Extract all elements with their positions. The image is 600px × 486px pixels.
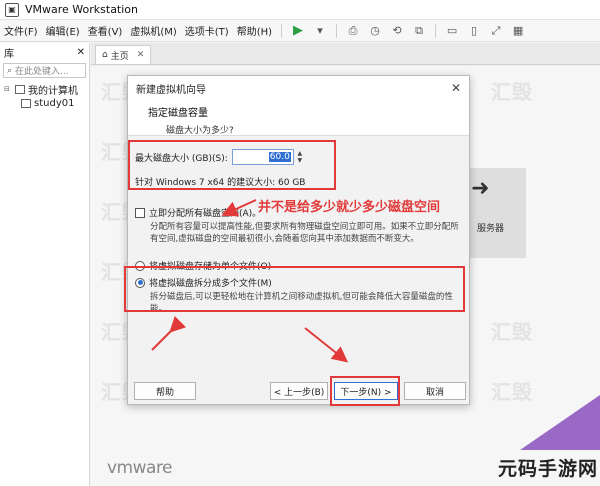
vmware-brand-logo: vmware — [107, 458, 173, 478]
unity-icon[interactable]: ▯ — [466, 23, 482, 39]
dropdown-icon[interactable]: ▾ — [312, 23, 328, 39]
dialog-button-row: 帮助 < 上一步(B) 下一步(N) > 取消 — [128, 382, 471, 404]
watermark-text: 汇毁 — [491, 80, 533, 104]
screenshot-icon[interactable]: ⎙ — [345, 23, 361, 39]
tab-label: 主页 — [110, 51, 129, 62]
menu-file[interactable]: 文件(F) — [0, 23, 42, 38]
allocate-now-description: 分配所有容量可以提高性能,但要求所有物理磁盘空间立即可用。如果不立即分配所有空间… — [150, 222, 459, 244]
snapshot-manager-icon[interactable]: ⟲ — [389, 23, 405, 39]
chevron-up-icon[interactable]: ▲ — [298, 150, 303, 157]
disk-size-label: 最大磁盘大小 (GB)(S): — [135, 153, 228, 164]
menu-view[interactable]: 查看(V) — [84, 23, 127, 38]
recommended-size-text: 针对 Windows 7 x64 的建议大小: 60 GB — [135, 178, 306, 188]
tree-item-label: study01 — [34, 97, 75, 109]
single-file-label: 将虚拟磁盘存储为单个文件(O) — [149, 262, 272, 272]
vmware-logo-icon: ▣ — [5, 2, 19, 17]
console-icon[interactable]: ⧉ — [411, 23, 427, 39]
search-icon: ⌕ — [7, 65, 13, 76]
library-panel: 库 ✕ ⌕ 在此处键入... ⊟ 我的计算机 study01 — [0, 43, 90, 486]
fullscreen-icon[interactable]: ▭ — [444, 23, 460, 39]
split-files-radio[interactable] — [135, 277, 145, 288]
search-placeholder: 在此处键入... — [15, 67, 69, 77]
vmware-window: ▣ VMware Workstation 文件(F) 编辑(E) 查看(V) 虚… — [0, 0, 600, 486]
dialog-subheading: 磁盘大小为多少? — [166, 126, 234, 136]
single-file-radio-row[interactable]: 将虚拟磁盘存储为单个文件(O) — [135, 259, 271, 272]
library-title: 库 — [4, 48, 14, 60]
tree-item-vm[interactable]: study01 — [0, 96, 89, 110]
next-button[interactable]: 下一步(N) > — [334, 382, 398, 400]
stretch-icon[interactable]: ⤢ — [488, 23, 504, 39]
disk-size-value: 60.0 — [268, 152, 291, 162]
toolbar-separator — [336, 23, 338, 38]
help-button[interactable]: 帮助 — [134, 382, 196, 400]
back-button[interactable]: < 上一步(B) — [270, 382, 328, 400]
view-icon[interactable]: ▦ — [510, 23, 526, 39]
disk-size-input[interactable]: 60.0 — [231, 149, 294, 165]
tree-item-my-computer[interactable]: ⊟ 我的计算机 — [0, 82, 89, 97]
corner-watermark-triangle — [520, 395, 600, 450]
menu-edit[interactable]: 编辑(E) — [42, 23, 84, 38]
vm-icon — [21, 98, 31, 108]
allocate-now-checkbox-row[interactable]: 立即分配所有磁盘空间(A)。 — [135, 206, 261, 219]
allocate-now-checkbox[interactable] — [135, 207, 145, 218]
dialog-title: 新建虚拟机向导 — [136, 84, 206, 96]
menu-tabs[interactable]: 选项卡(T) — [181, 23, 233, 38]
library-header: 库 ✕ — [0, 43, 89, 61]
new-vm-wizard-dialog: 新建虚拟机向导 ✕ 指定磁盘容量 磁盘大小为多少? 最大磁盘大小 (GB)(S)… — [127, 75, 470, 405]
split-files-radio-row[interactable]: 将虚拟磁盘拆分成多个文件(M) — [135, 276, 272, 289]
window-title: VMware Workstation — [25, 3, 139, 16]
snapshot-icon[interactable]: ◷ — [367, 23, 383, 39]
tab-home[interactable]: ⌂ 主页 ✕ — [95, 45, 152, 64]
collapse-icon[interactable]: ⊟ — [4, 85, 12, 93]
computer-icon — [15, 84, 25, 94]
close-icon[interactable]: ✕ — [451, 81, 461, 95]
split-files-label: 将虚拟磁盘拆分成多个文件(M) — [149, 279, 272, 289]
remote-server-label: 服务器 — [477, 224, 505, 234]
toolbar-separator — [281, 23, 283, 38]
dialog-header: 指定磁盘容量 磁盘大小为多少? — [128, 100, 469, 136]
menu-vm[interactable]: 虚拟机(M) — [126, 23, 180, 38]
split-files-description: 拆分磁盘后,可以更轻松地在计算机之间移动虚拟机,但可能会降低大容量磁盘的性能。 — [150, 292, 453, 314]
dialog-heading: 指定磁盘容量 — [148, 108, 208, 119]
title-bar: ▣ VMware Workstation — [0, 0, 600, 20]
library-tree: ⊟ 我的计算机 study01 — [0, 82, 89, 110]
disk-size-stepper[interactable]: ▲ ▼ — [295, 149, 305, 165]
single-file-radio[interactable] — [135, 260, 145, 271]
menu-bar: 文件(F) 编辑(E) 查看(V) 虚拟机(M) 选项卡(T) 帮助(H) ▶ … — [0, 20, 600, 42]
close-icon[interactable]: ✕ — [77, 47, 85, 58]
play-icon[interactable]: ▶ — [290, 23, 306, 39]
disk-size-row: 最大磁盘大小 (GB)(S): 60.0 ▲ ▼ — [135, 149, 305, 165]
library-search-input[interactable]: ⌕ 在此处键入... — [3, 63, 86, 78]
cancel-button[interactable]: 取消 — [404, 382, 466, 400]
dialog-title-bar: 新建虚拟机向导 ✕ — [128, 76, 469, 100]
arrow-right-icon: ➜ — [471, 176, 490, 201]
close-icon[interactable]: ✕ — [137, 50, 145, 60]
home-icon: ⌂ — [102, 50, 108, 60]
watermark-text: 汇毁 — [491, 320, 533, 344]
annotation-text: 并不是给多少就少多少磁盘空间 — [258, 200, 441, 215]
tree-item-label: 我的计算机 — [28, 85, 78, 97]
tab-bar: ⌂ 主页 ✕ — [91, 43, 600, 65]
chevron-down-icon[interactable]: ▼ — [298, 157, 303, 164]
menu-help[interactable]: 帮助(H) — [233, 23, 276, 38]
site-watermark: 元码手游网 — [498, 458, 599, 480]
allocate-now-label: 立即分配所有磁盘空间(A)。 — [149, 209, 262, 219]
toolbar-separator — [435, 23, 437, 38]
